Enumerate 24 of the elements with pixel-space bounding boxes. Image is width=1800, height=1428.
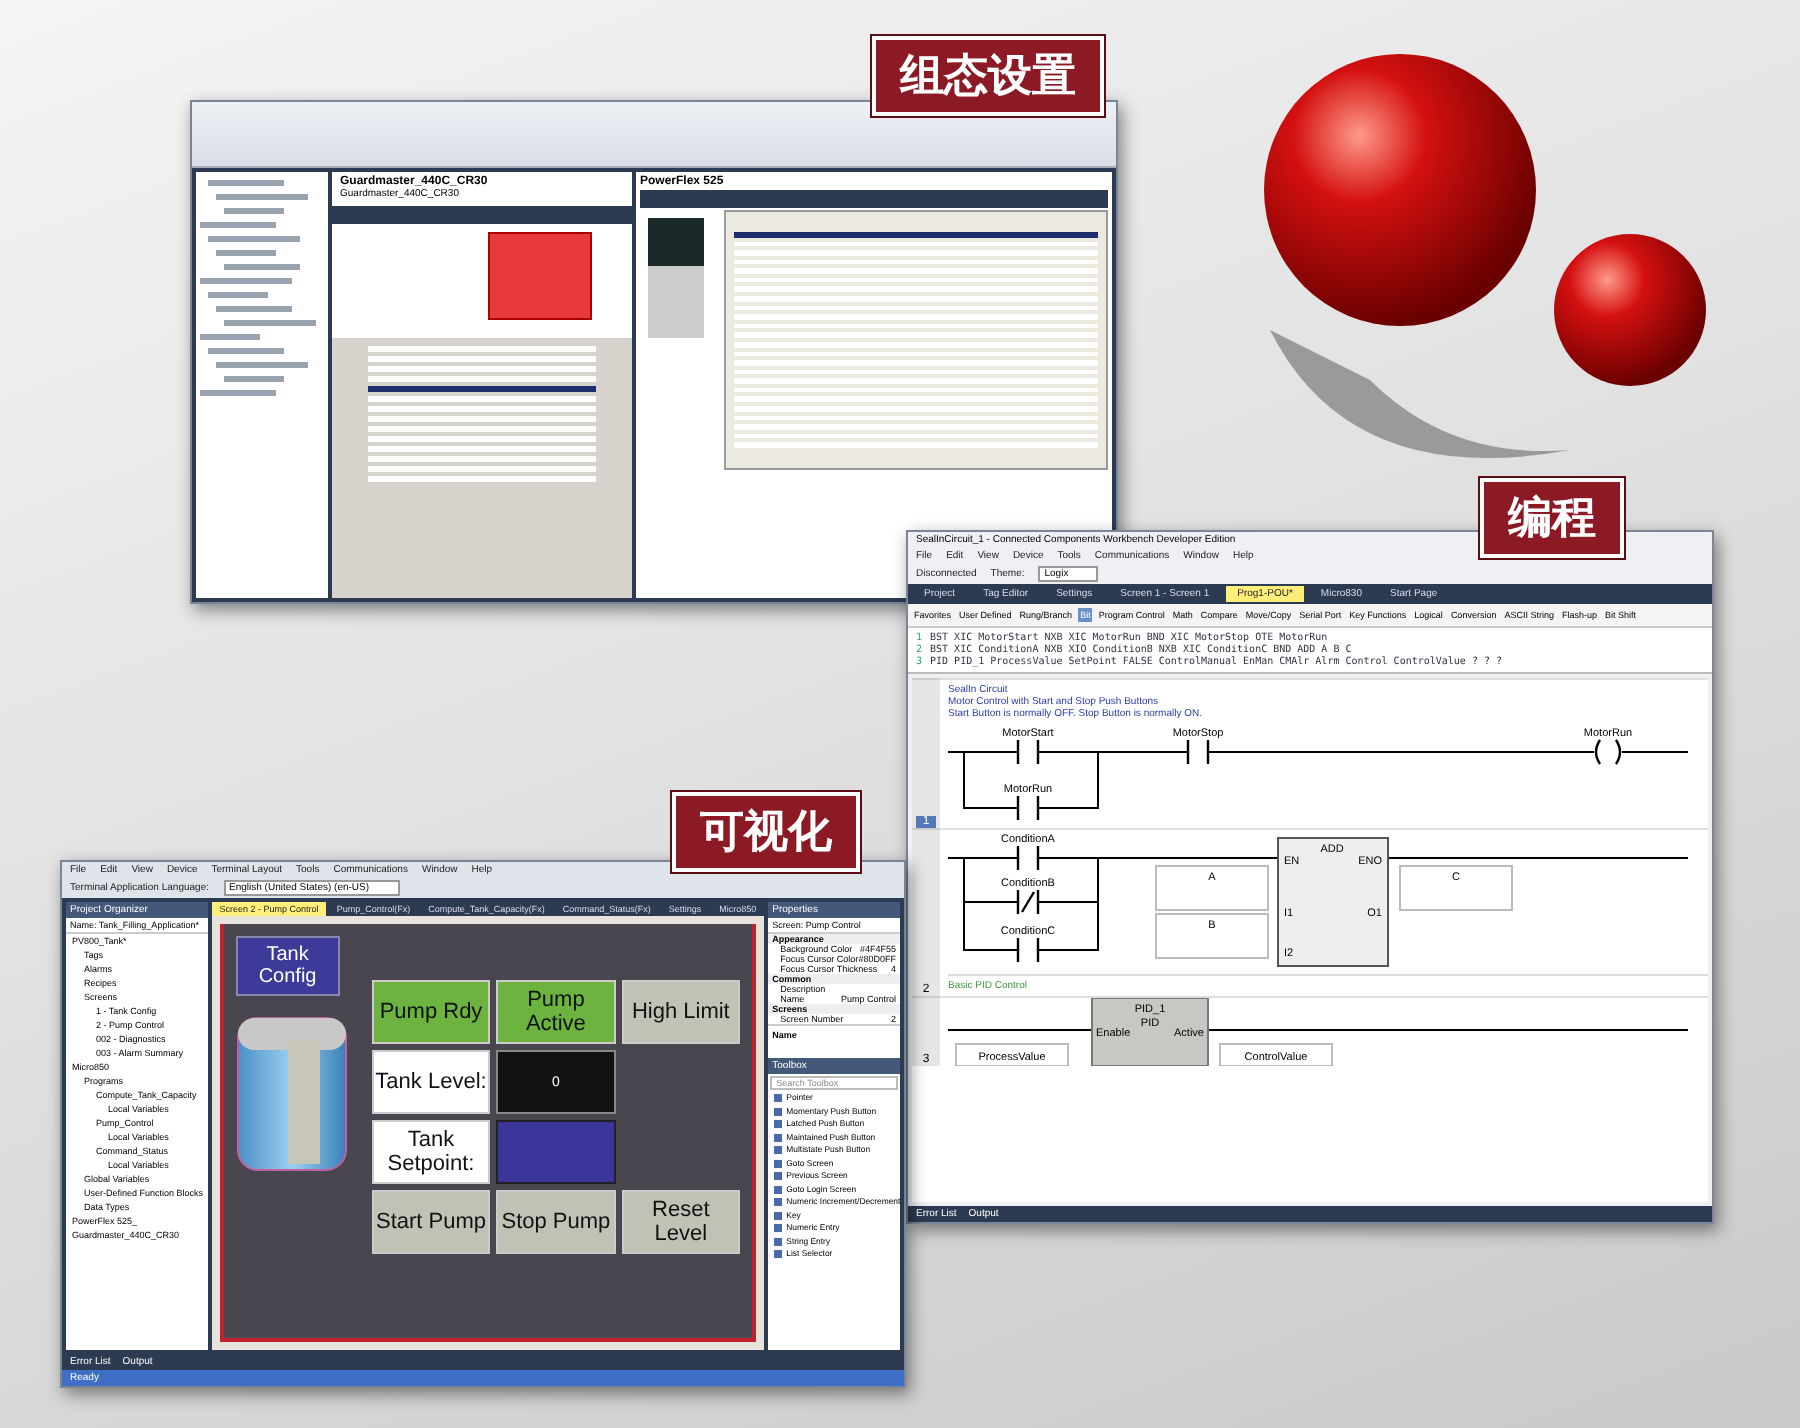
banner-label: 可视化	[672, 792, 860, 872]
status-indicator: High Limit	[621, 980, 741, 1044]
contact-symbol[interactable]	[1016, 846, 1040, 870]
function-block[interactable]	[1091, 998, 1209, 1066]
hmi-button[interactable]: Start Pump	[371, 1190, 491, 1254]
tank-config-button[interactable]: Tank Config	[235, 936, 340, 996]
drive-drawing	[648, 218, 704, 338]
safety-relay-drawing	[488, 232, 592, 320]
status-indicator: Pump Rdy	[371, 980, 491, 1044]
contact-symbol[interactable]	[1016, 890, 1040, 914]
contact-symbol[interactable]	[1186, 740, 1210, 764]
function-block[interactable]	[1277, 837, 1389, 967]
banner-label: 编程	[1480, 478, 1624, 558]
banner-label: 组态设置	[872, 36, 1104, 116]
setpoint-field[interactable]	[496, 1120, 616, 1184]
status-indicator: Pump Active	[496, 980, 616, 1044]
hmi-button[interactable]: Stop Pump	[496, 1190, 616, 1254]
coil-symbol[interactable]	[1594, 738, 1622, 766]
setpoint-label: Tank Setpoint:	[371, 1120, 491, 1184]
tank-level-label: Tank Level:	[371, 1050, 491, 1114]
contact-symbol[interactable]	[1016, 740, 1040, 764]
contact-symbol[interactable]	[1016, 938, 1040, 962]
contact-symbol[interactable]	[1016, 796, 1040, 820]
hmi-button[interactable]: Reset Level	[621, 1190, 741, 1254]
